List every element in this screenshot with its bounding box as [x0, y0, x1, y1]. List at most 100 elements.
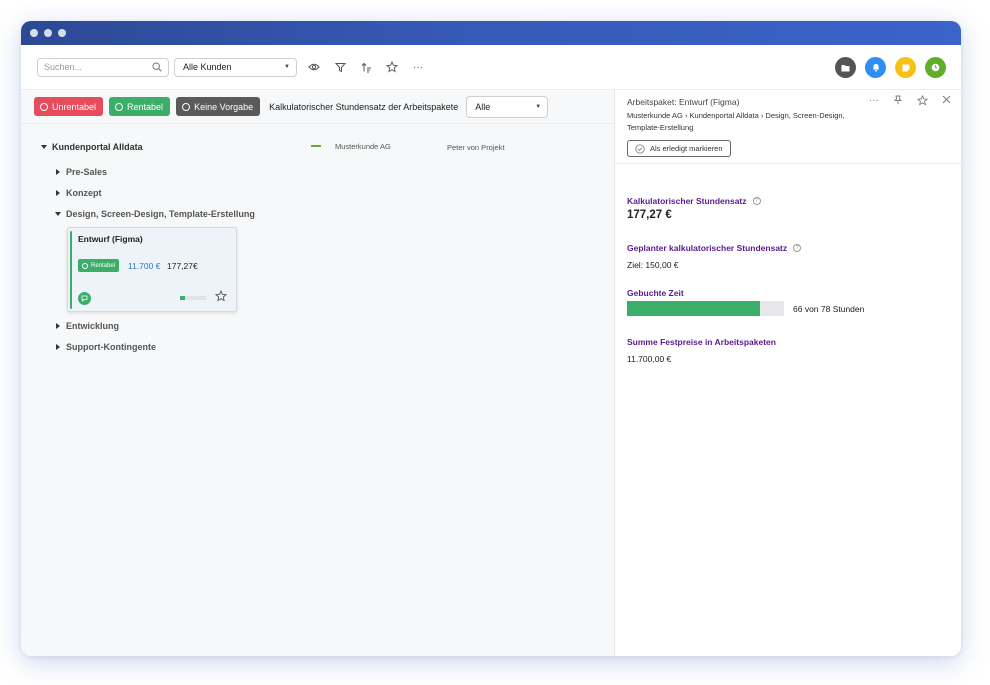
window-close-dot[interactable]	[30, 29, 38, 37]
star-outline-icon[interactable]	[385, 60, 399, 74]
window-minimize-dot[interactable]	[44, 29, 52, 37]
rate-section-label: Kalkulatorischer Stundensatz ?	[627, 196, 761, 206]
circle-icon	[40, 102, 48, 111]
booked-time-progress	[627, 301, 784, 316]
card-title: Entwurf (Figma)	[78, 234, 143, 244]
unprofitable-filter-button[interactable]: Unrentabel	[34, 97, 104, 116]
panel-actions: ···	[869, 94, 951, 109]
chevron-down-icon: ▼	[284, 64, 290, 70]
customer-select[interactable]: Alle Kunden ▼	[174, 57, 297, 77]
star-outline-icon[interactable]	[214, 289, 228, 305]
title-bar	[21, 21, 961, 45]
clock-icon[interactable]	[925, 57, 946, 78]
caret-right-icon[interactable]	[56, 190, 60, 196]
rate-label-text: Kalkulatorischer Stundensatz	[627, 196, 747, 206]
search-icon	[152, 62, 162, 72]
more-icon[interactable]: ···	[869, 95, 879, 109]
card-price: 11.700 €	[128, 261, 161, 271]
circle-icon	[115, 102, 124, 111]
mark-done-label: Als erledigt markieren	[650, 144, 723, 153]
tree-group-design[interactable]: Design, Screen-Design, Template-Erstellu…	[55, 209, 255, 219]
booked-label-text: Gebuchte Zeit	[627, 288, 684, 298]
planned-label-text: Geplanter kalkulatorischer Stundensatz	[627, 243, 788, 253]
unprofitable-filter-label: Unrentabel	[52, 101, 97, 112]
search-input[interactable]: Suchen...	[37, 57, 169, 77]
eye-icon[interactable]	[307, 60, 321, 74]
help-icon[interactable]: ?	[752, 197, 761, 205]
pin-icon[interactable]	[893, 95, 903, 109]
mark-done-button[interactable]: Als erledigt markieren	[627, 140, 731, 157]
no-target-filter-label: Keine Vorgabe	[194, 101, 254, 112]
tree-group-support[interactable]: Support-Kontingente	[56, 342, 156, 352]
chat-icon[interactable]	[78, 292, 91, 305]
project-manager: Peter von Projekt	[447, 143, 505, 152]
app-window: Suchen... Alle Kunden ▼ ··· Unrentabel R…	[21, 21, 961, 656]
profitable-filter-button[interactable]: Rentabel	[109, 97, 171, 116]
rate-filter-label: Kalkulatorischer Stundensatz der Arbeits…	[269, 101, 459, 112]
filter-bar: Unrentabel Rentabel Keine Vorgabe Kalkul…	[21, 90, 614, 124]
tree-project-row[interactable]: Kundenportal Alldata	[41, 142, 143, 152]
profitable-filter-label: Rentabel	[127, 101, 164, 112]
check-circle-icon	[635, 143, 645, 154]
circle-icon	[82, 262, 88, 269]
chevron-down-icon: ▼	[535, 103, 542, 110]
caret-right-icon[interactable]	[56, 323, 60, 329]
tree-group-development[interactable]: Entwicklung	[56, 321, 119, 331]
booked-section-label: Gebuchte Zeit	[627, 288, 684, 298]
circle-icon	[182, 102, 191, 111]
group-label: Design, Screen-Design, Template-Erstellu…	[66, 209, 255, 219]
tree-group-concept[interactable]: Konzept	[56, 188, 102, 198]
status-dash	[311, 145, 321, 147]
project-tree-pane: Unrentabel Rentabel Keine Vorgabe Kalkul…	[21, 90, 614, 656]
detail-panel: Arbeitspaket: Entwurf (Figma) ··· Muster…	[614, 90, 961, 656]
window-maximize-dot[interactable]	[58, 29, 66, 37]
star-outline-icon[interactable]	[916, 94, 929, 109]
filter-icon[interactable]	[333, 60, 347, 74]
booked-time-text: 66 von 78 Stunden	[793, 304, 865, 314]
panel-title: Arbeitspaket: Entwurf (Figma)	[627, 97, 740, 107]
group-label: Entwicklung	[66, 321, 120, 331]
more-icon[interactable]: ···	[411, 60, 425, 74]
caret-down-icon[interactable]	[55, 212, 61, 216]
booked-time-fill	[627, 301, 760, 316]
fixed-value: 11.700,00 €	[627, 354, 672, 364]
badge-label: Rentabel	[91, 262, 116, 269]
caret-down-icon[interactable]	[41, 145, 47, 149]
search-placeholder: Suchen...	[44, 62, 83, 72]
project-status	[311, 145, 321, 147]
card-progress-bar	[180, 296, 206, 300]
no-target-filter-button[interactable]: Keine Vorgabe	[176, 97, 261, 116]
caret-right-icon[interactable]	[56, 344, 60, 350]
group-label: Konzept	[66, 188, 102, 198]
card-progress-fill	[180, 296, 186, 300]
toolbar: Suchen... Alle Kunden ▼ ···	[21, 45, 961, 90]
main-area: Unrentabel Rentabel Keine Vorgabe Kalkul…	[21, 90, 961, 656]
tree-group-presales[interactable]: Pre-Sales	[56, 167, 107, 177]
rate-value: 177,27 €	[627, 209, 672, 221]
customer-select-value: Alle Kunden	[183, 62, 232, 72]
bell-icon[interactable]	[865, 57, 886, 78]
planned-section-label: Geplanter kalkulatorischer Stundensatz ?	[627, 243, 802, 253]
header-icon-group	[835, 57, 946, 78]
project-name: Kundenportal Alldata	[52, 142, 143, 152]
divider	[615, 163, 961, 164]
group-label: Pre-Sales	[66, 167, 108, 177]
planned-value: Ziel: 150,00 €	[627, 260, 679, 270]
folder-icon[interactable]	[835, 57, 856, 78]
rate-select[interactable]: Alle ▼	[466, 95, 549, 118]
breadcrumb: Musterkunde AG › Kundenportal Alldata › …	[627, 111, 845, 132]
card-rate: 177,27€	[167, 261, 198, 271]
group-label: Support-Kontingente	[66, 342, 156, 352]
note-icon[interactable]	[895, 57, 916, 78]
project-customer: Musterkunde AG	[335, 142, 391, 151]
fixed-section-label: Summe Festpreise in Arbeitspaketen	[627, 337, 776, 347]
help-icon[interactable]: ?	[793, 244, 802, 252]
close-icon[interactable]	[942, 95, 951, 109]
profitable-badge: Rentabel	[78, 259, 120, 272]
rate-select-value: Alle	[475, 101, 491, 112]
sort-icon[interactable]	[359, 60, 373, 74]
work-package-card[interactable]: Entwurf (Figma) Rentabel 11.700 € 177,27…	[67, 227, 237, 312]
fixed-label-text: Summe Festpreise in Arbeitspaketen	[627, 337, 776, 347]
status-bar	[70, 231, 72, 309]
caret-right-icon[interactable]	[56, 169, 60, 175]
